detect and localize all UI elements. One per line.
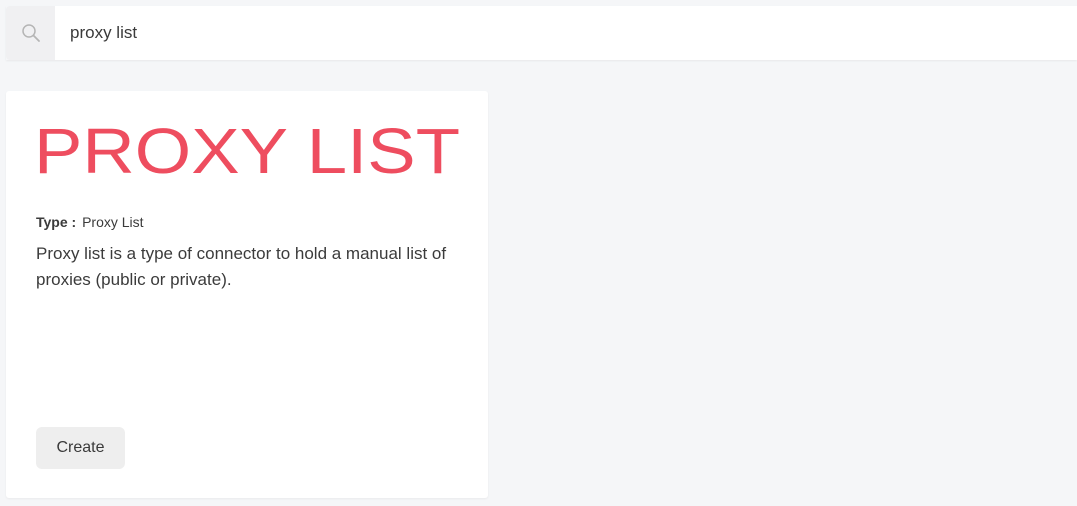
proxy-list-logo: PROXY LIST bbox=[34, 121, 460, 181]
search-icon-container[interactable] bbox=[6, 6, 55, 60]
connector-type: Type : Proxy List bbox=[36, 214, 144, 230]
search-icon bbox=[21, 24, 40, 42]
connector-description: Proxy list is a type of connector to hol… bbox=[36, 244, 447, 289]
type-value: Proxy List bbox=[82, 214, 144, 230]
search-bar bbox=[6, 6, 1077, 60]
type-label: Type : bbox=[36, 214, 77, 230]
logo-text: PROXY LIST bbox=[34, 121, 460, 181]
connector-card-proxy-list: PROXY LIST Type : Proxy List Proxy list … bbox=[6, 91, 488, 498]
search-input[interactable] bbox=[55, 6, 1077, 60]
create-button[interactable]: Create bbox=[36, 427, 125, 469]
